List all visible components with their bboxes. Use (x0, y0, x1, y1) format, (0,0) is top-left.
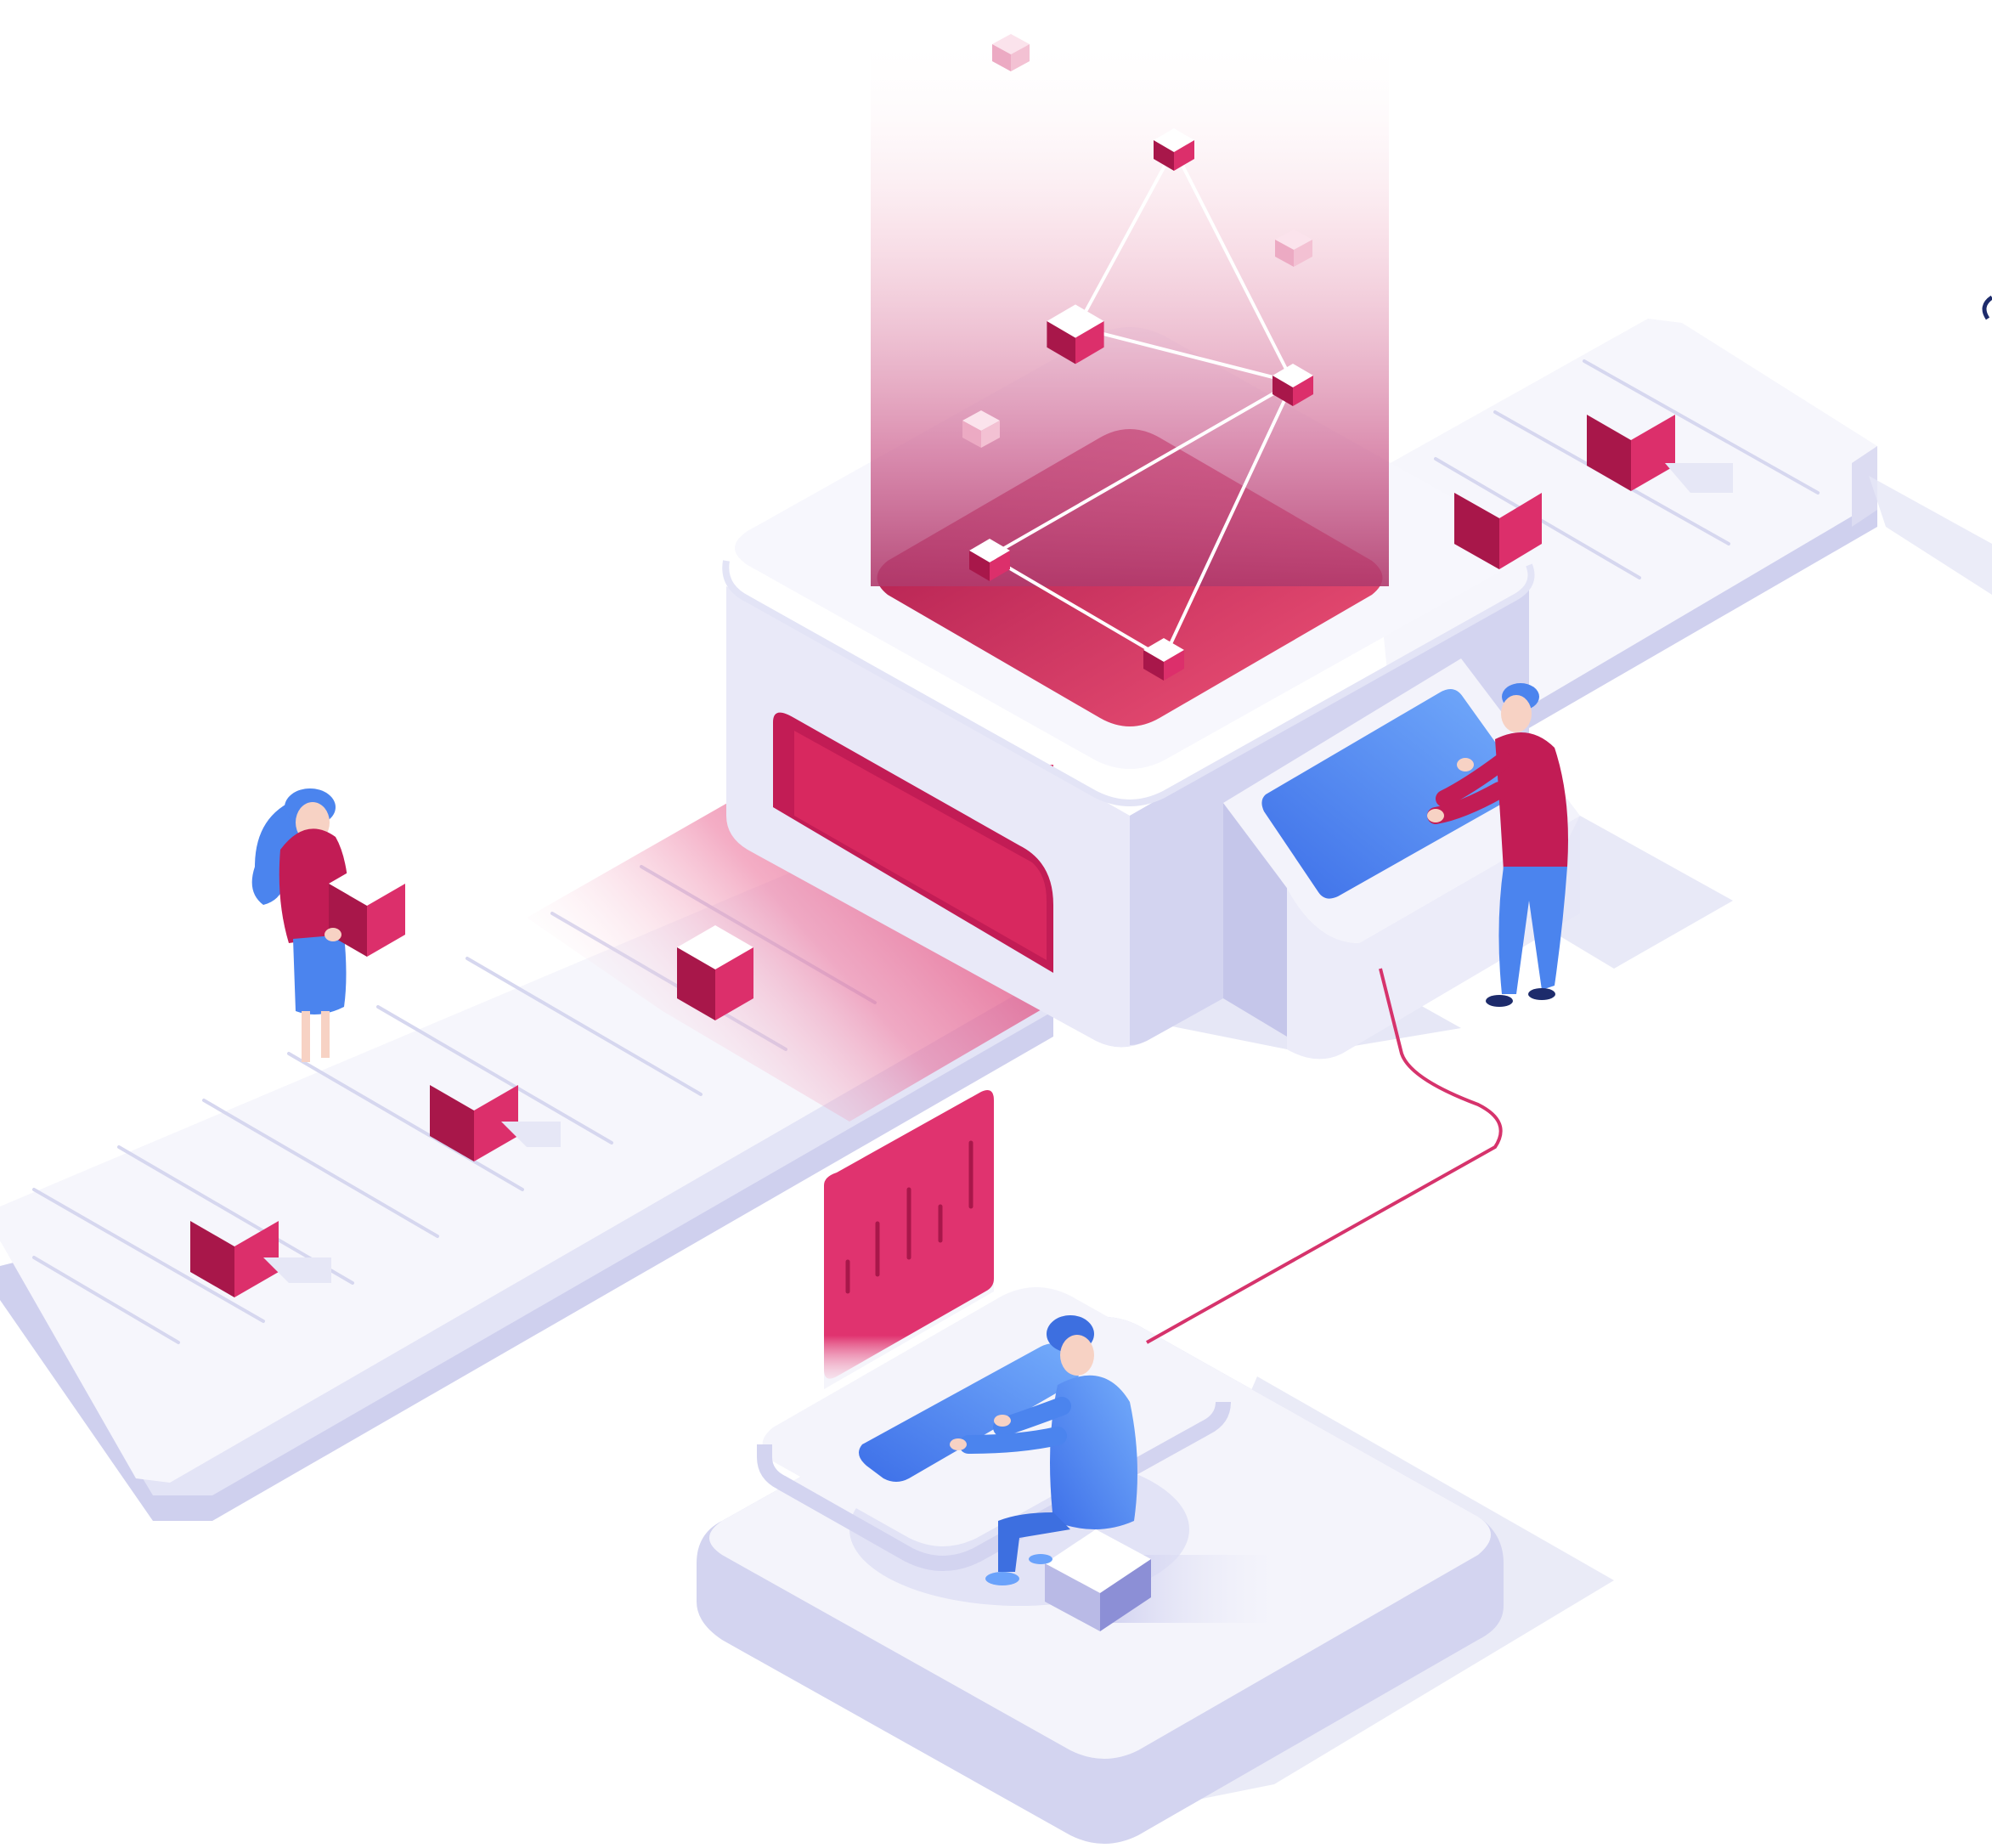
edge-mark (1982, 295, 1992, 320)
hologram-beam (871, 34, 1389, 681)
isometric-scene (0, 34, 1992, 1844)
woman-carrying-box (251, 788, 405, 1062)
